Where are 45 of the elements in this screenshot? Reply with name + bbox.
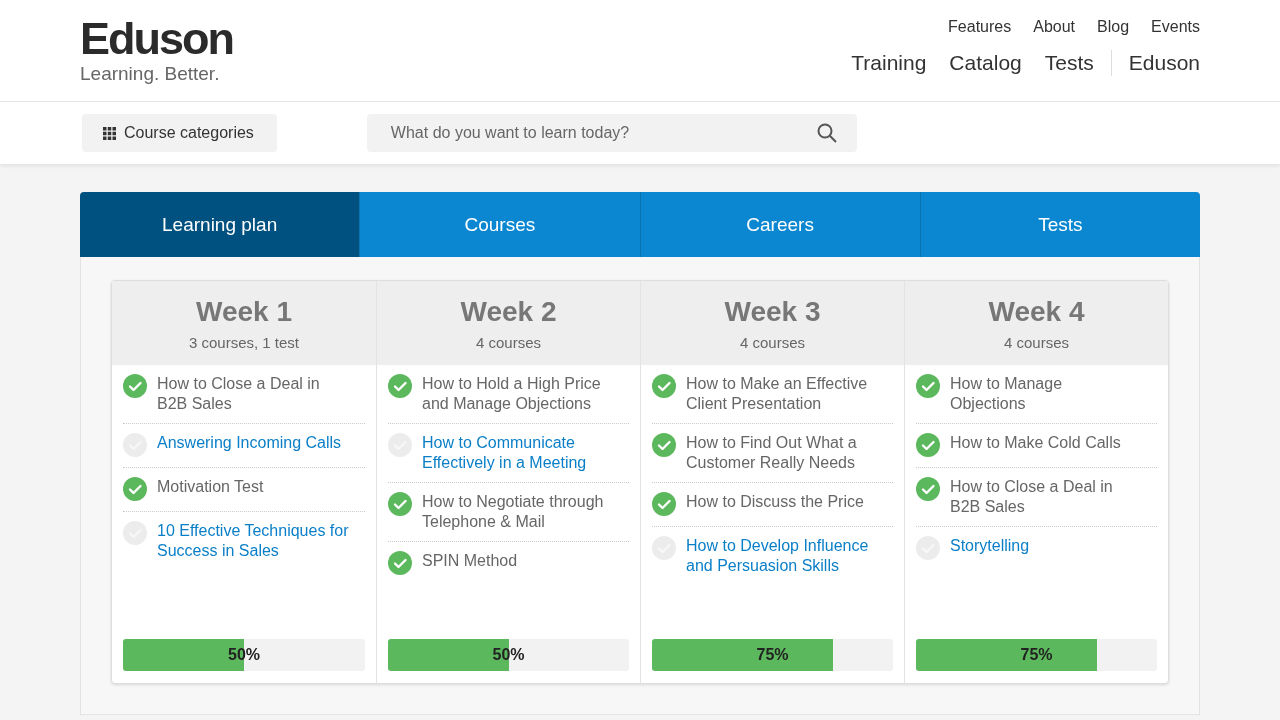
course-title: How to Find Out What a Customer Really Needs xyxy=(686,433,858,472)
logo-tagline: Learning. Better. xyxy=(80,63,221,85)
tab[interactable]: Learning plan xyxy=(80,192,360,257)
course-title: Motivation Test xyxy=(157,477,264,497)
week-summary: 3 courses, 1 test xyxy=(188,333,300,351)
top-nav-link[interactable]: Features xyxy=(948,18,1012,36)
tab[interactable]: Tests xyxy=(919,192,1200,257)
course-title: How to Make Cold Calls xyxy=(950,433,1121,453)
course-title: How to Close a Deal in B2B Sales xyxy=(950,477,1114,516)
course-link[interactable]: Answering Incoming Calls xyxy=(157,433,342,457)
top-nav-link[interactable]: About xyxy=(1033,18,1076,36)
main-nav-link[interactable]: Training xyxy=(851,51,927,75)
week-summary: 4 courses xyxy=(739,333,805,351)
course-title: How to Hold a High Price and Manage Objections xyxy=(422,374,602,413)
course-title: How to Negotiate through Telephone & Mail xyxy=(422,492,605,531)
course-categories-button[interactable]: Course categories xyxy=(82,114,277,152)
search-icon[interactable] xyxy=(816,123,837,143)
course-title: How to Close a Deal in B2B Sales xyxy=(157,374,321,413)
logo-wordmark[interactable]: Eduson xyxy=(80,15,233,63)
course-title: How to Discuss the Price xyxy=(686,492,864,512)
main-nav-link[interactable]: Tests xyxy=(1044,51,1094,75)
course-title: SPIN Method xyxy=(422,551,518,571)
top-nav-link[interactable]: Blog xyxy=(1097,18,1130,36)
tab[interactable]: Courses xyxy=(359,192,640,257)
week-title: Week 4 xyxy=(988,295,1085,328)
week-summary: 4 courses xyxy=(1003,333,1069,351)
progress-reading: 75% xyxy=(755,646,790,664)
week-summary: 4 courses xyxy=(475,333,541,351)
main-nav-link[interactable]: Catalog xyxy=(949,51,1022,75)
progress-reading: 50% xyxy=(227,646,261,664)
grid-icon xyxy=(103,126,116,140)
week-title: Week 3 xyxy=(724,295,821,328)
top-nav-link[interactable]: Events xyxy=(1151,18,1200,36)
course-title: How to Manage Objections xyxy=(950,374,1064,413)
week-title: Week 1 xyxy=(196,295,292,328)
account-link[interactable]: Eduson xyxy=(1128,51,1200,75)
progress-reading: 75% xyxy=(1019,646,1054,664)
course-link[interactable]: How to Communicate Effectively in a Meeting xyxy=(422,433,614,472)
course-link[interactable]: 10 Effective Techniques for Success in Sales xyxy=(157,521,349,560)
search-field[interactable]: What do you want to learn today? xyxy=(366,114,857,152)
tab[interactable]: Careers xyxy=(639,192,920,257)
week-title: Week 2 xyxy=(460,295,557,328)
course-link[interactable]: Storytelling xyxy=(950,536,1030,560)
course-link[interactable]: How to Develop Influence and Persuasion Skills xyxy=(686,536,878,575)
course-title: How to Make an Effective Client Presentation xyxy=(686,374,869,413)
